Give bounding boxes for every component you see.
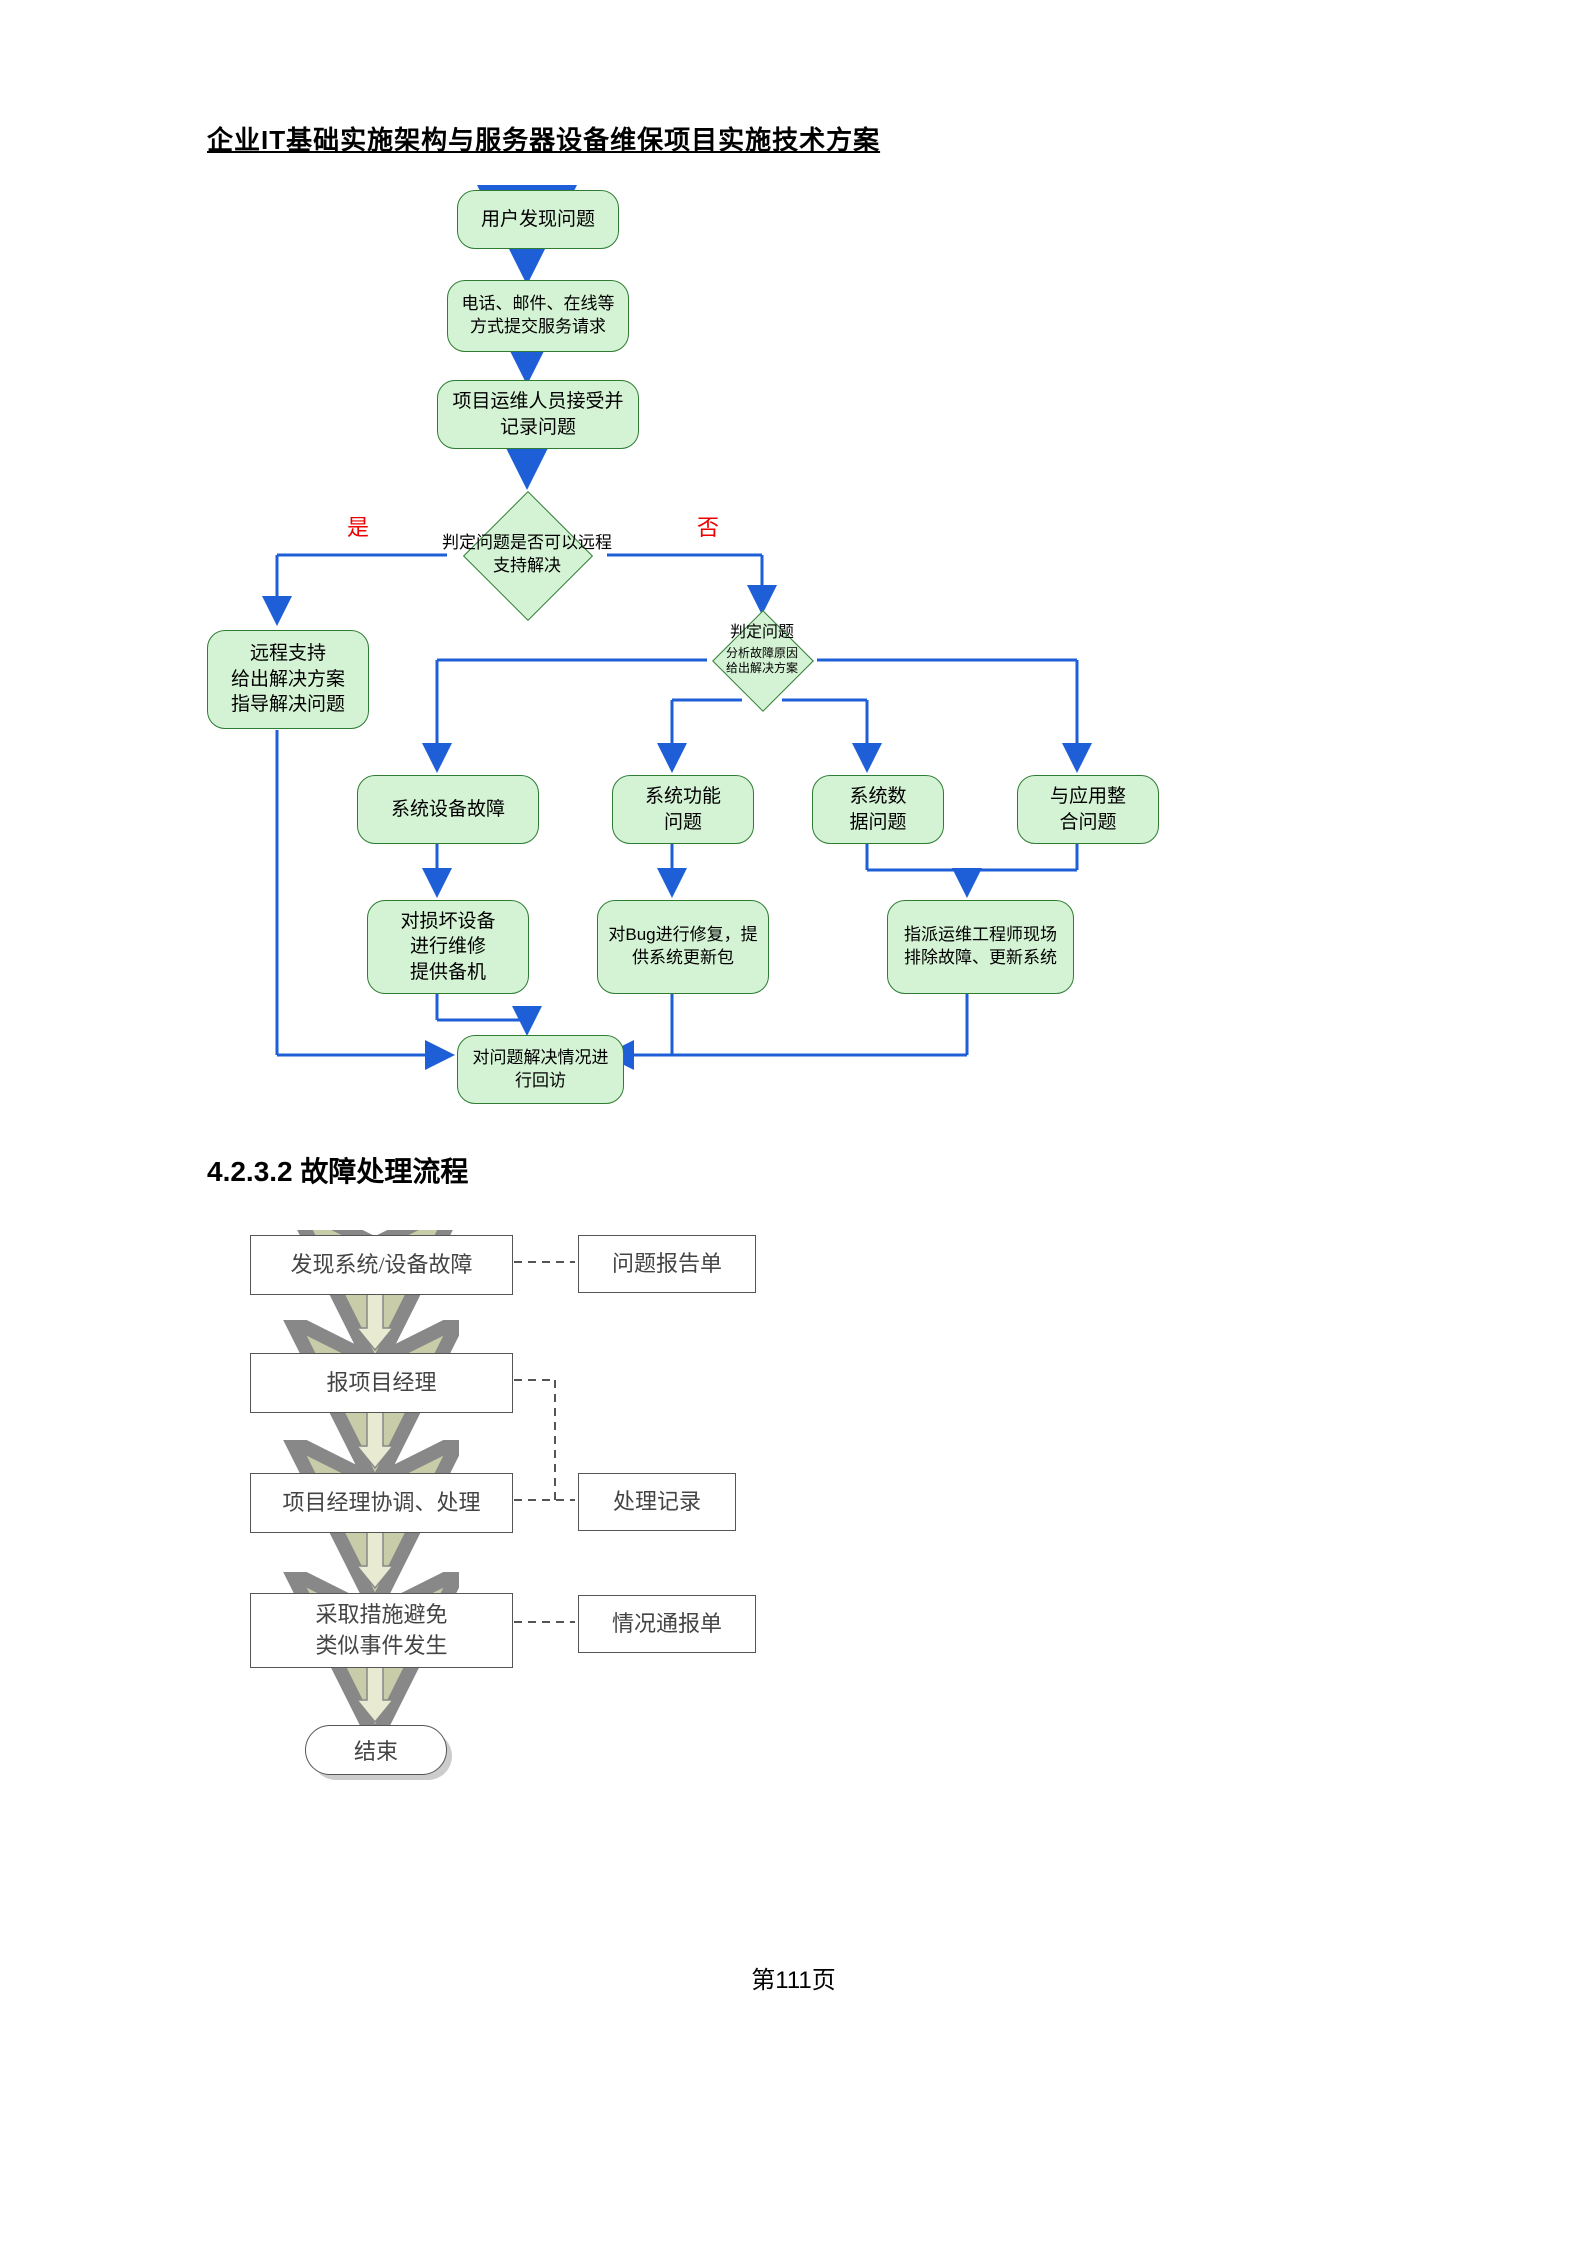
flowchart-fault-handling: 发现系统/设备故障 问题报告单 报项目经理 项目经理协调、处理 处理记录 采取措…: [245, 1230, 945, 1890]
box-report-pm: 报项目经理: [250, 1353, 513, 1413]
node-remote-support: 远程支持 给出解决方案 指导解决问题: [207, 630, 369, 729]
page-title: 企业IT基础实施架构与服务器设备维保项目实施技术方案: [207, 120, 1387, 157]
node-device-fault: 系统设备故障: [357, 775, 539, 844]
node-record-issue: 项目运维人员接受并记录问题: [437, 380, 639, 449]
node-submit-request: 电话、邮件、在线等方式提交服务请求: [447, 280, 629, 352]
box-pm-handle: 项目经理协调、处理: [250, 1473, 513, 1533]
terminator-end: 结束: [305, 1725, 447, 1775]
box-discover-fault: 发现系统/设备故障: [250, 1235, 513, 1295]
node-function-issue: 系统功能 问题: [612, 775, 754, 844]
box-notice-form: 情况通报单: [578, 1595, 756, 1653]
label-no: 否: [697, 510, 719, 542]
page-number: 第111页: [0, 1960, 1587, 1995]
section-heading: 4.2.3.2 故障处理流程: [207, 1150, 468, 1190]
node-user-discover: 用户发现问题: [457, 190, 619, 249]
box-handle-record: 处理记录: [578, 1473, 736, 1531]
flowchart-service-request: 用户发现问题 电话、邮件、在线等方式提交服务请求 项目运维人员接受并记录问题 判…: [207, 180, 1337, 1140]
node-integration-issue: 与应用整 合问题: [1017, 775, 1159, 844]
box-take-measures: 采取措施避免 类似事件发生: [250, 1593, 513, 1668]
node-revisit: 对问题解决情况进行回访: [457, 1035, 624, 1104]
label-yes: 是: [347, 510, 369, 542]
node-data-issue: 系统数 据问题: [812, 775, 944, 844]
node-bugfix: 对Bug进行修复，提供系统更新包: [597, 900, 769, 994]
box-report-form: 问题报告单: [578, 1235, 756, 1293]
node-dispatch-engineer: 指派运维工程师现场排除故障、更新系统: [887, 900, 1074, 994]
node-repair-device: 对损坏设备 进行维修 提供备机: [367, 900, 529, 994]
